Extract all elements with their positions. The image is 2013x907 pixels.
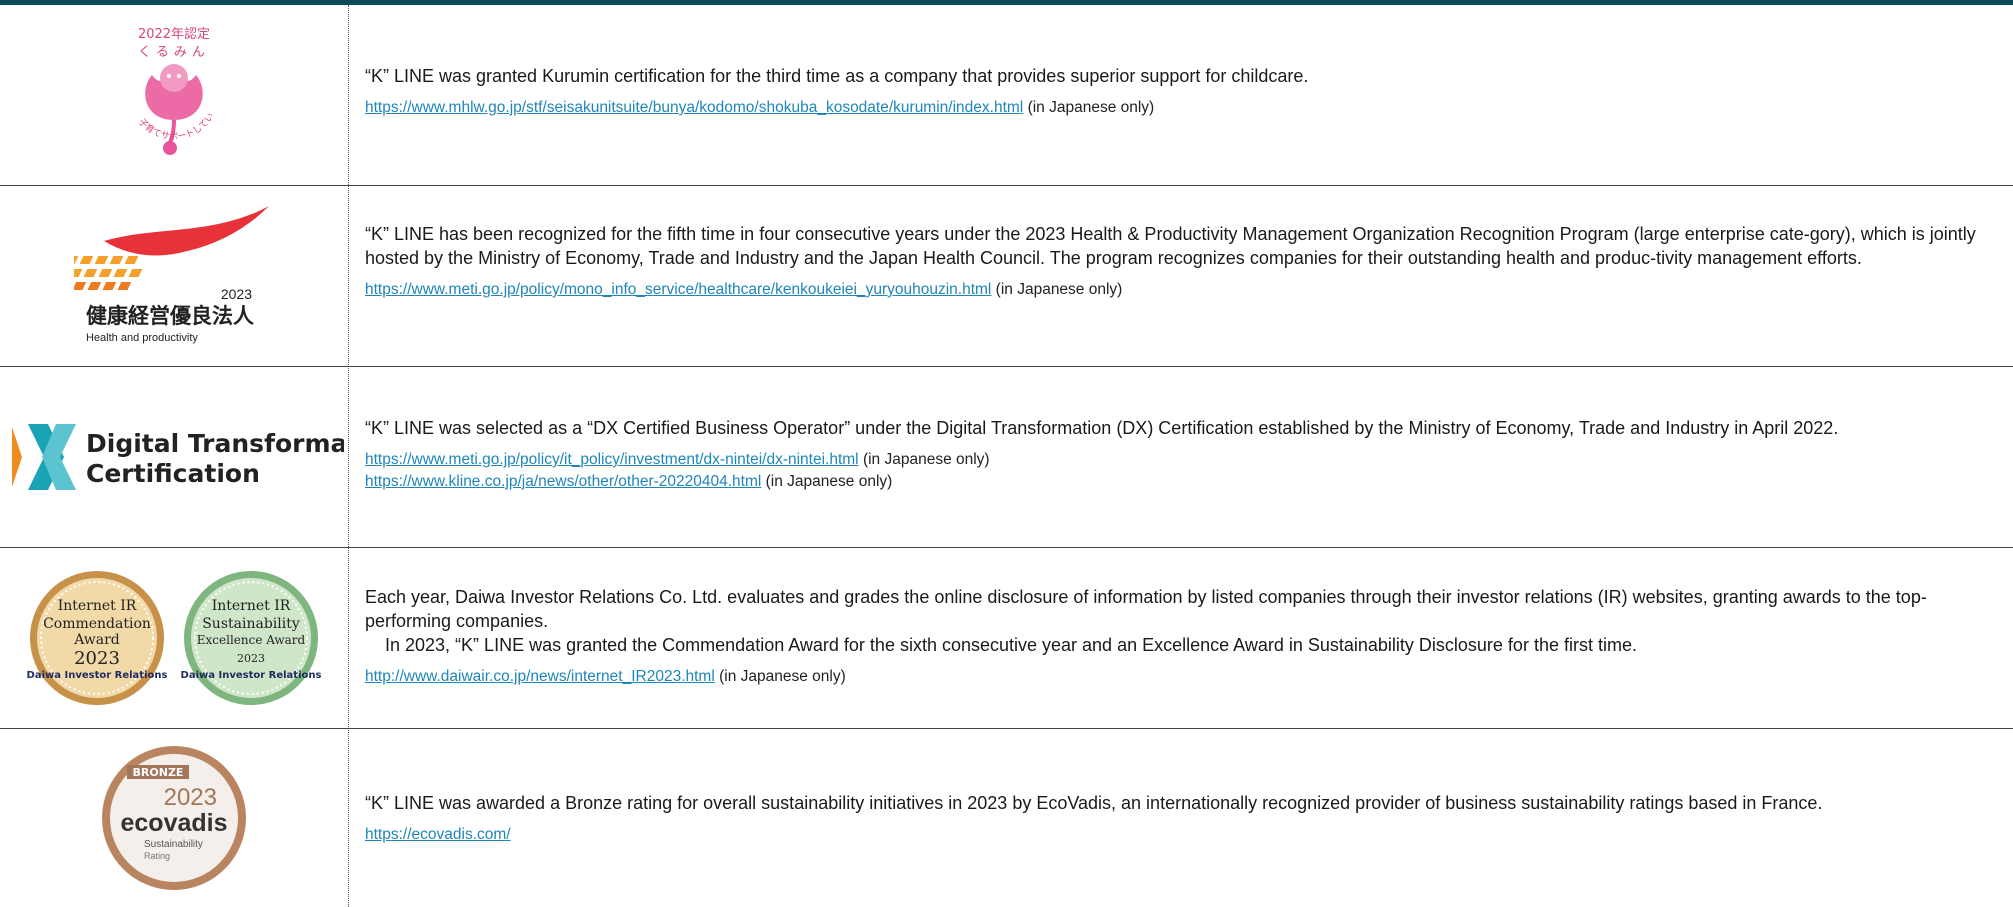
row-links: https://www.meti.go.jp/policy/it_policy/…: [365, 449, 2005, 493]
row-description: Each year, Daiwa Investor Relations Co. …: [365, 587, 1927, 655]
ecovadis-logo: BRONZE 2023 ecovadis Sustainability Rati…: [0, 729, 348, 907]
daiwa-ir-logos: Internet IR Commendation Award 2023 Daiw…: [0, 548, 348, 728]
svg-text:Rating: Rating: [144, 851, 170, 861]
svg-text:2023: 2023: [237, 652, 265, 665]
link-note: (in Japanese only): [862, 451, 990, 468]
health-productivity-logo: 2023 健康経営優良法人 Health and productivity: [0, 186, 348, 366]
dx-line1: Digital Transformation: [86, 429, 344, 458]
svg-text:Internet IR: Internet IR: [212, 598, 291, 614]
column-divider: [348, 5, 349, 907]
link-note: (in Japanese only): [1027, 99, 1155, 116]
row-links: https://www.meti.go.jp/policy/mono_info_…: [365, 279, 2005, 301]
dx-line2: Certification: [86, 459, 260, 488]
link-note: (in Japanese only): [719, 668, 846, 685]
kurumin-logo: 2022年認定 くるみん 子育てサポートしています: [0, 5, 348, 185]
kline-news-link[interactable]: https://www.kline.co.jp/ja/news/other/ot…: [365, 473, 761, 490]
dx-certification-icon: Digital Transformation Certification: [12, 424, 344, 490]
kurumin-year: 2022年認定: [138, 26, 210, 42]
kurumin-link[interactable]: https://www.mhlw.go.jp/stf/seisakunitsui…: [365, 99, 1023, 116]
row-description: “K” LINE was selected as a “DX Certified…: [365, 418, 1839, 438]
ecovadis-brand: ecovadis: [120, 809, 227, 837]
commendation-award-badge: Internet IR Commendation Award 2023 Daiw…: [27, 571, 167, 705]
svg-text:Sustainability: Sustainability: [202, 616, 300, 632]
link-note: (in Japanese only): [765, 473, 893, 490]
dx-certification-row: “K” LINE was selected as a “DX Certified…: [365, 416, 2005, 493]
row-description: “K” LINE was granted Kurumin certificati…: [365, 66, 1309, 86]
svg-text:Excellence Award: Excellence Award: [197, 633, 306, 647]
row-description: “K” LINE has been recognized for the fif…: [365, 224, 1976, 268]
row-description: “K” LINE was awarded a Bronze rating for…: [365, 793, 1823, 813]
svg-text:Daiwa Investor Relations: Daiwa Investor Relations: [27, 670, 167, 681]
row-links: https://ecovadis.com/: [365, 824, 2005, 846]
health-en-title: Health and productivity: [86, 332, 198, 344]
svg-text:Internet IR: Internet IR: [58, 598, 137, 614]
svg-text:Commendation: Commendation: [43, 616, 151, 632]
svg-text:2023: 2023: [74, 648, 120, 669]
link-note: (in Japanese only): [995, 281, 1123, 298]
kurumin-icon: 2022年認定 くるみん 子育てサポートしています: [104, 20, 217, 155]
daiwa-ir-row: Each year, Daiwa Investor Relations Co. …: [365, 585, 2005, 688]
dx-certification-logo: Digital Transformation Certification: [0, 367, 348, 547]
health-productivity-icon: 2023 健康経営優良法人 Health and productivity: [74, 206, 269, 344]
health-productivity-link[interactable]: https://www.meti.go.jp/policy/mono_info_…: [365, 281, 991, 298]
ecovadis-row: “K” LINE was awarded a Bronze rating for…: [365, 791, 2005, 846]
row-links: http://www.daiwair.co.jp/news/internet_I…: [365, 666, 2005, 688]
svg-text:Daiwa Investor Relations: Daiwa Investor Relations: [181, 670, 321, 681]
ecovadis-medal-icon: BRONZE 2023 ecovadis Sustainability Rati…: [102, 746, 246, 890]
daiwa-ir-link[interactable]: http://www.daiwair.co.jp/news/internet_I…: [365, 668, 715, 685]
ecovadis-rank: BRONZE: [133, 766, 184, 779]
health-productivity-row: “K” LINE has been recognized for the fif…: [365, 222, 2005, 301]
row-links: https://www.mhlw.go.jp/stf/seisakunitsui…: [365, 97, 2005, 119]
ecovadis-year: 2023: [164, 784, 217, 811]
kurumin-row: “K” LINE was granted Kurumin certificati…: [365, 64, 2005, 119]
health-year: 2023: [221, 286, 252, 302]
svg-text:Award: Award: [73, 632, 120, 648]
ecovadis-link[interactable]: https://ecovadis.com/: [365, 826, 511, 843]
sustainability-award-badge: Internet IR Sustainability Excellence Aw…: [181, 571, 321, 705]
health-jp-title: 健康経営優良法人: [86, 304, 254, 328]
dx-certification-link[interactable]: https://www.meti.go.jp/policy/it_policy/…: [365, 451, 859, 468]
svg-text:Sustainability: Sustainability: [144, 839, 203, 850]
kurumin-name: くるみん: [138, 45, 210, 60]
